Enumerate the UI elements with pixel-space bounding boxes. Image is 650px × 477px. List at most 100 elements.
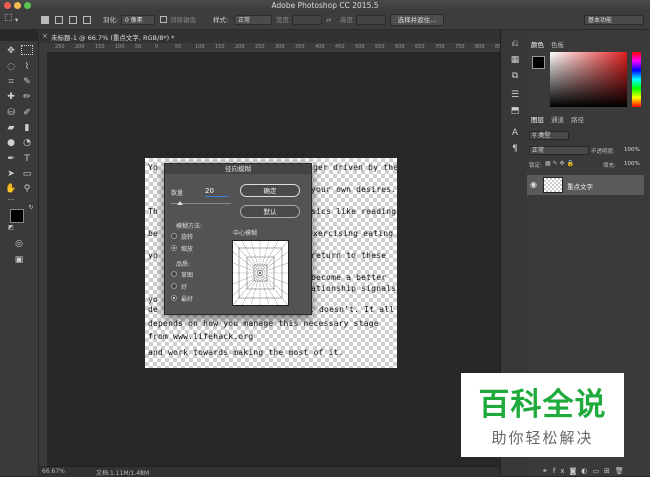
amount-input[interactable]: 20: [205, 187, 229, 197]
search-icon: ⚲: [532, 132, 537, 139]
layer-filter-select[interactable]: ⚲ 类型: [529, 131, 569, 140]
image-text-line: become a better: [311, 273, 387, 282]
width-input[interactable]: [292, 15, 322, 25]
horizontal-ruler[interactable]: 250 200 150 100 50 0 50 100 150 200 250 …: [38, 43, 500, 53]
gradient-tool-icon[interactable]: ▮: [20, 122, 34, 134]
lasso-tool-icon[interactable]: ◌: [4, 61, 18, 73]
feather-label: 羽化:: [103, 16, 119, 24]
quality-best-radio[interactable]: [171, 295, 177, 301]
layers-footer-icons[interactable]: ⚭fx◙◐▭⊞🗑: [542, 467, 629, 475]
ruler-tick: 350: [295, 44, 305, 50]
default-colors-icon[interactable]: ◩: [4, 222, 18, 234]
swap-colors-icon[interactable]: ↻: [24, 202, 38, 214]
watermark-title: 百科全说: [478, 387, 607, 423]
visibility-eye-icon[interactable]: ◉: [530, 180, 537, 189]
watermark-subtitle: 助你轻松解决: [491, 429, 594, 447]
ok-button[interactable]: 确定: [240, 184, 300, 197]
style-select[interactable]: 正常: [234, 15, 272, 25]
new-selection-icon[interactable]: [41, 16, 49, 24]
clone-stamp-tool-icon[interactable]: ⛁: [4, 107, 18, 119]
center-blur-label: 中心模糊: [233, 230, 258, 237]
method-spin-label: 旋转: [181, 234, 194, 241]
history-panel-icon[interactable]: ⎌: [508, 38, 522, 50]
workspace-select[interactable]: 基本功能: [584, 15, 644, 25]
subtract-selection-icon[interactable]: [69, 16, 77, 24]
antialias-checkbox[interactable]: [160, 16, 167, 23]
image-text-line: from www.lifehack.org: [148, 332, 254, 341]
ruler-tick: 800: [475, 44, 485, 50]
feather-input[interactable]: 0 像素: [121, 15, 155, 25]
tab-paths[interactable]: 路径: [571, 114, 584, 124]
adjustments-panel-icon[interactable]: ☰: [508, 89, 522, 101]
fill-value[interactable]: 100%: [624, 161, 640, 167]
close-tab-icon[interactable]: ×: [42, 32, 48, 40]
hue-slider[interactable]: [632, 52, 641, 107]
fill-label: 填充:: [603, 163, 616, 169]
layer-name[interactable]: 重点文字: [567, 181, 593, 191]
method-zoom-radio[interactable]: [171, 245, 177, 251]
minimize-window-button[interactable]: [14, 2, 21, 9]
healing-brush-tool-icon[interactable]: ✚: [4, 91, 18, 103]
shape-tool-icon[interactable]: ▭: [20, 168, 34, 180]
lock-label: 锁定:: [529, 163, 542, 169]
document-tab[interactable]: × 未标题-1 @ 66.7% (重点文字, RGB/8*) *: [38, 30, 500, 44]
tab-channels[interactable]: 通道: [551, 114, 564, 124]
ruler-tick: 0: [155, 44, 159, 50]
screen-mode-icon[interactable]: ▣: [12, 254, 26, 266]
status-menu-chevron-icon[interactable]: ›: [140, 468, 142, 475]
close-window-button[interactable]: [4, 2, 11, 9]
quick-select-tool-icon[interactable]: ⌇: [20, 61, 34, 73]
intersect-selection-icon[interactable]: [83, 16, 91, 24]
quick-mask-icon[interactable]: ◎: [12, 238, 26, 250]
method-spin-radio[interactable]: [171, 233, 177, 239]
blur-center-preview[interactable]: [232, 240, 289, 306]
properties-panel-icon[interactable]: ▦: [508, 54, 522, 66]
zoom-level[interactable]: 66.67%: [42, 468, 65, 475]
tab-color[interactable]: 颜色: [531, 39, 544, 49]
options-bar: ⬚ ▾ 羽化: 0 像素 消除锯齿 样式: 正常 宽度: ⇄ 高度: 选择并遮住…: [0, 11, 650, 30]
opacity-value[interactable]: 100%: [624, 147, 640, 153]
swap-icon[interactable]: ⇄: [326, 15, 331, 25]
pen-tool-icon[interactable]: ✒: [4, 153, 18, 165]
eyedropper-tool-icon[interactable]: ✎: [20, 76, 34, 88]
image-text-line: exercising eating: [308, 229, 394, 238]
path-select-tool-icon[interactable]: ➤: [4, 168, 18, 180]
crop-tool-icon[interactable]: ⌗: [4, 76, 18, 88]
rect-marquee-tool-icon[interactable]: [21, 45, 33, 55]
image-text-line: your own desires.: [311, 185, 397, 194]
history-brush-tool-icon[interactable]: ✐: [20, 107, 34, 119]
brush-tool-icon[interactable]: ✏: [20, 91, 34, 103]
type-tool-icon[interactable]: T: [20, 153, 34, 165]
antialias-label: 消除锯齿: [170, 16, 196, 24]
tab-layers[interactable]: 图层: [531, 114, 544, 124]
move-tool-icon[interactable]: ✥: [4, 45, 18, 57]
marquee-tool-icon[interactable]: ⬚: [4, 13, 13, 23]
eraser-tool-icon[interactable]: ▰: [4, 122, 18, 134]
more-tools-icon[interactable]: ···: [4, 194, 18, 206]
status-bar: 66.67% 文档:1.11M/1.48M ›: [38, 466, 500, 477]
foreground-color-swatch[interactable]: [10, 209, 24, 223]
dodge-tool-icon[interactable]: ◔: [20, 137, 34, 149]
zoom-tool-icon[interactable]: ⚲: [20, 183, 34, 195]
tab-swatches[interactable]: 色板: [551, 39, 564, 49]
character-panel-icon[interactable]: A: [508, 127, 522, 139]
libraries-panel-icon[interactable]: ⬒: [508, 105, 522, 117]
color-spectrum[interactable]: [550, 52, 627, 107]
quality-good-radio[interactable]: [171, 283, 177, 289]
panel-foreground-swatch[interactable]: [532, 56, 545, 69]
add-selection-icon[interactable]: [55, 16, 63, 24]
image-text-line: de: [148, 305, 159, 314]
tool-preset-chevron-icon[interactable]: ▾: [15, 15, 18, 25]
amount-slider-thumb[interactable]: [177, 201, 183, 205]
lock-options-icon[interactable]: ▦ ✎ ✥ 🔒: [545, 160, 574, 167]
paragraph-panel-icon[interactable]: ¶: [508, 143, 522, 155]
blur-tool-icon[interactable]: ●: [4, 137, 18, 149]
quality-draft-radio[interactable]: [171, 271, 177, 277]
height-input[interactable]: [356, 15, 386, 25]
layer-comps-icon[interactable]: ⧉: [508, 70, 522, 82]
blend-mode-select[interactable]: 正常: [529, 146, 589, 155]
select-and-mask-button[interactable]: 选择并遮住...: [390, 14, 444, 26]
width-label: 宽度:: [276, 16, 292, 24]
reset-button[interactable]: 默认: [240, 205, 300, 218]
zoom-window-button[interactable]: [24, 2, 31, 9]
